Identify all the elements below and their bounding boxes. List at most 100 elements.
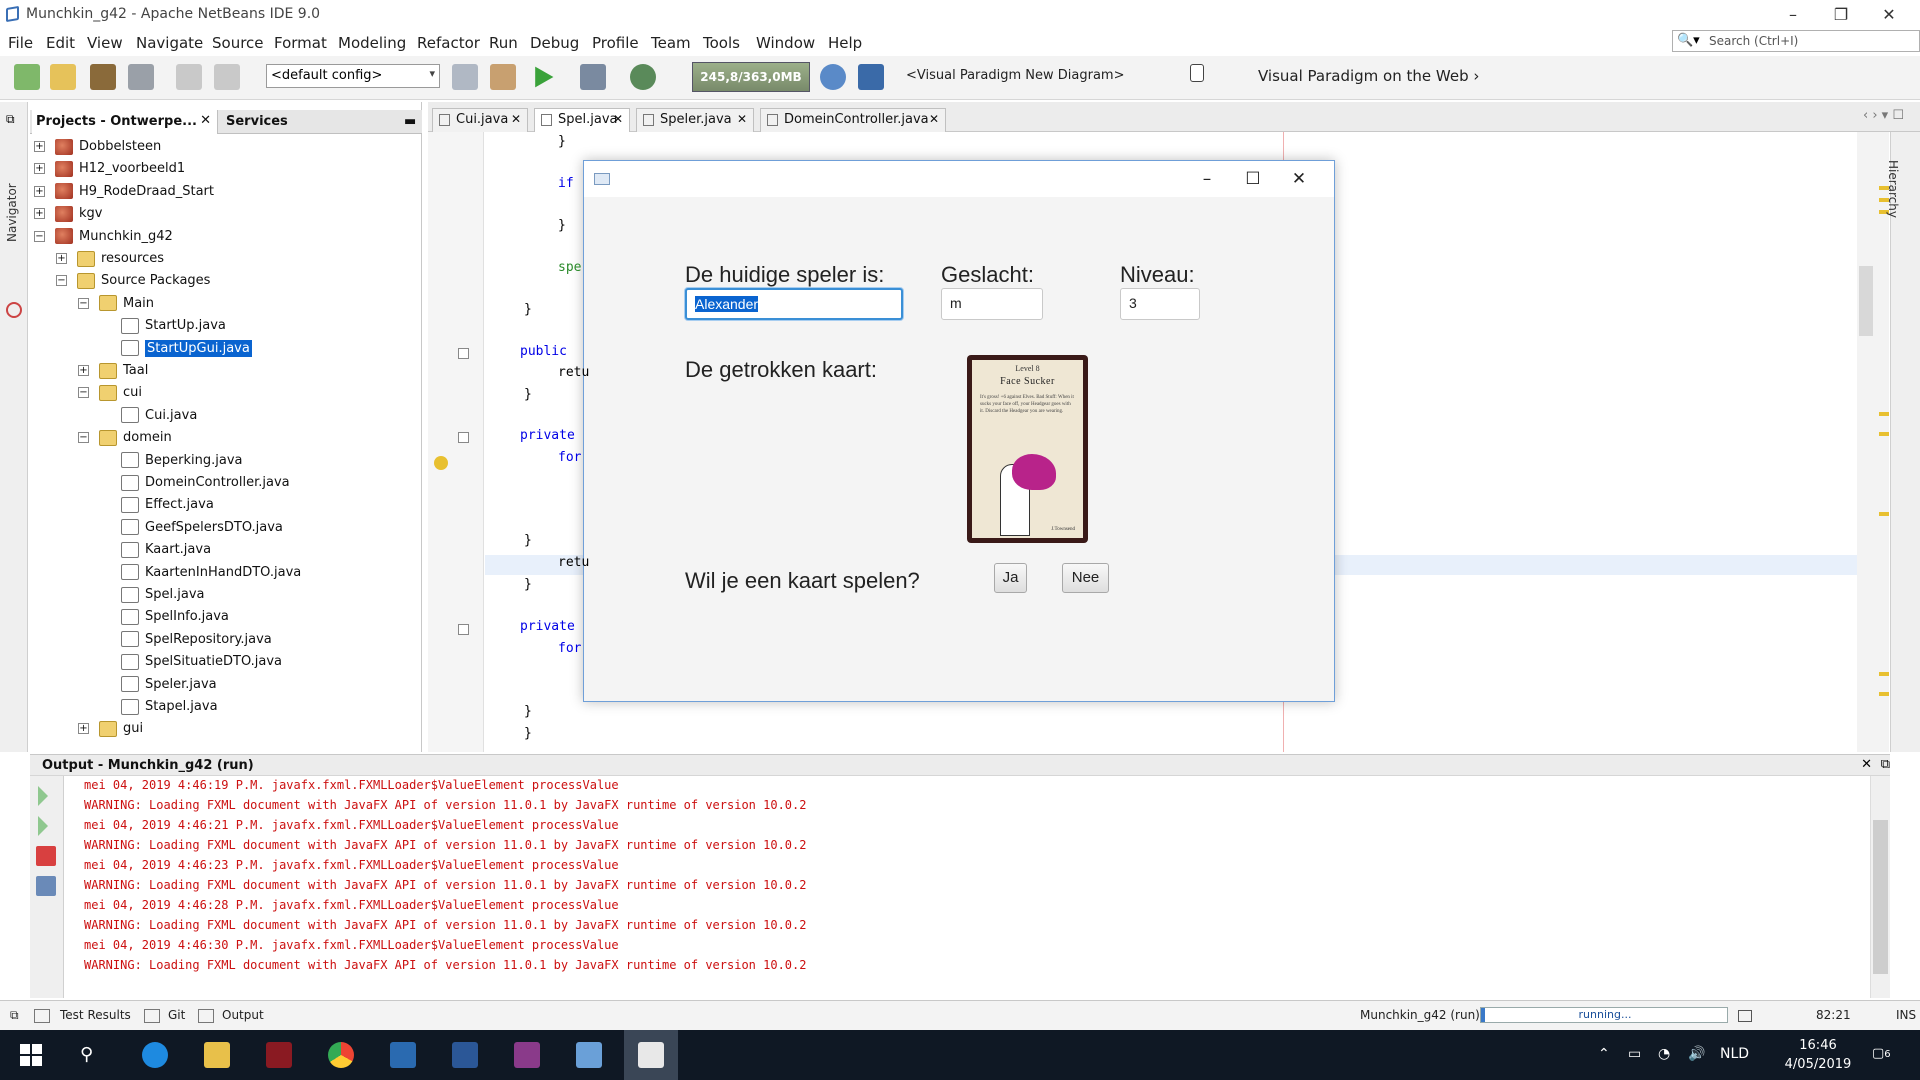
tree-node[interactable]: + kgv	[34, 203, 102, 225]
debug-icon[interactable]	[580, 64, 606, 90]
editor-scrollbar-thumb[interactable]	[1859, 266, 1873, 336]
warning-marker[interactable]	[1879, 672, 1889, 676]
tree-node[interactable]: + gui	[78, 718, 143, 740]
menu-edit[interactable]: Edit	[46, 34, 75, 52]
vs-app[interactable]	[376, 1030, 430, 1080]
expand-toggle-icon[interactable]: +	[78, 723, 89, 735]
vp-icon[interactable]	[858, 64, 884, 90]
test-results-icon[interactable]	[34, 1009, 50, 1023]
tree-node[interactable]: − domein	[78, 427, 172, 449]
tree-node[interactable]: Kaart.java	[100, 539, 211, 561]
menu-source[interactable]: Source	[212, 34, 264, 52]
tree-node[interactable]: StartUpGui.java	[100, 338, 252, 360]
stop-process-icon[interactable]	[1738, 1010, 1752, 1022]
tree-node[interactable]: − Main	[78, 293, 154, 315]
tree-node[interactable]: Cui.java	[100, 405, 197, 427]
tree-node[interactable]: − Source Packages	[56, 270, 210, 292]
menu-file[interactable]: File	[8, 34, 33, 52]
menu-run[interactable]: Run	[489, 34, 518, 52]
restore-output-icon[interactable]: ⧉	[1881, 757, 1890, 772]
menu-window[interactable]: Window	[756, 34, 815, 52]
tree-node[interactable]: Stapel.java	[100, 696, 218, 718]
no-button[interactable]: Nee	[1062, 563, 1109, 593]
search-input[interactable]: 🔍▾ Search (Ctrl+I)	[1672, 30, 1920, 52]
memory-indicator[interactable]: 245,8/363,0MB	[692, 62, 810, 92]
clean-build-icon[interactable]	[490, 64, 516, 90]
network-icon[interactable]: ◔	[1658, 1046, 1670, 1062]
start-button[interactable]	[4, 1030, 58, 1080]
tree-node[interactable]: + Dobbelsteen	[34, 136, 161, 158]
new-project-icon[interactable]	[50, 64, 76, 90]
redo-icon[interactable]	[214, 64, 240, 90]
tree-node[interactable]: SpelSituatieDTO.java	[100, 651, 282, 673]
tree-node[interactable]: − cui	[78, 382, 142, 404]
warning-marker[interactable]	[1879, 432, 1889, 436]
editor-tab[interactable]: Speler.java ✕	[636, 108, 754, 132]
restore-icon[interactable]: ⧉	[6, 112, 15, 127]
volume-icon[interactable]: 🔊	[1688, 1046, 1705, 1062]
menu-profile[interactable]: Profile	[592, 34, 639, 52]
menu-modeling[interactable]: Modeling	[338, 34, 406, 52]
expand-toggle-icon[interactable]: +	[56, 253, 67, 264]
vp-new-diagram[interactable]: <Visual Paradigm New Diagram>	[906, 68, 1124, 83]
settings-icon[interactable]	[36, 876, 56, 896]
minimize-panel-icon[interactable]: ▬	[400, 110, 420, 134]
expand-toggle-icon[interactable]: +	[34, 208, 45, 220]
menu-tools[interactable]: Tools	[703, 34, 740, 52]
notifications-icon[interactable]: ▢6	[1872, 1046, 1891, 1061]
virtualbox-app[interactable]	[562, 1030, 616, 1080]
menu-format[interactable]: Format	[274, 34, 327, 52]
open-project-icon[interactable]	[90, 64, 116, 90]
output-scrollbar-thumb[interactable]	[1873, 820, 1888, 974]
close-icon[interactable]: ✕	[511, 112, 521, 126]
hierarchy-tab[interactable]: Hierarchy	[1886, 160, 1900, 218]
config-select[interactable]: <default config> ▾	[266, 64, 440, 88]
minimize-button[interactable]: –	[1770, 0, 1816, 30]
clock[interactable]: 16:46 4/05/2019	[1776, 1036, 1860, 1074]
menu-debug[interactable]: Debug	[530, 34, 579, 52]
profile-icon[interactable]	[630, 64, 656, 90]
tree-node[interactable]: + Taal	[78, 360, 148, 382]
close-icon[interactable]: ✕	[737, 112, 747, 126]
editor-tab[interactable]: Cui.java ✕	[432, 108, 528, 132]
tab-navigation-icon[interactable]: ‹ › ▾ ☐	[1863, 108, 1904, 123]
close-icon[interactable]: ✕	[929, 112, 939, 126]
java-app[interactable]	[624, 1030, 678, 1080]
dialog-close-button[interactable]: ✕	[1276, 163, 1322, 195]
warning-marker[interactable]	[1879, 412, 1889, 416]
menu-help[interactable]: Help	[828, 34, 862, 52]
undo-icon[interactable]	[176, 64, 202, 90]
restore-icon[interactable]: ⧉	[10, 1008, 19, 1023]
tree-node[interactable]: + resources	[56, 248, 164, 270]
dialog-maximize-button[interactable]: ☐	[1230, 163, 1276, 195]
level-field[interactable]: 3	[1120, 288, 1200, 320]
fold-icon[interactable]	[458, 624, 469, 635]
close-icon[interactable]: ✕	[613, 112, 623, 126]
tree-node[interactable]: − Munchkin_g42	[34, 226, 173, 248]
stop-icon[interactable]	[36, 846, 56, 866]
expand-toggle-icon[interactable]: +	[78, 365, 89, 376]
word-app[interactable]	[438, 1030, 492, 1080]
tree-node[interactable]: Spel.java	[100, 584, 204, 606]
expand-toggle-icon[interactable]: −	[78, 432, 89, 444]
run-icon[interactable]	[535, 66, 554, 88]
navigator-icon[interactable]	[6, 302, 22, 318]
editor-tab[interactable]: DomeinController.java ✕	[760, 108, 946, 132]
search-taskbar-button[interactable]: ⚲	[62, 1030, 116, 1080]
tree-node[interactable]: Effect.java	[100, 494, 214, 516]
menu-view[interactable]: View	[87, 34, 123, 52]
warning-marker[interactable]	[1879, 692, 1889, 696]
yes-button[interactable]: Ja	[994, 563, 1027, 593]
chevron-up-icon[interactable]: ⌃	[1598, 1046, 1610, 1062]
close-output-icon[interactable]: ✕	[1861, 757, 1872, 772]
tree-node[interactable]: GeefSpelersDTO.java	[100, 517, 283, 539]
language-indicator[interactable]: NLD	[1720, 1046, 1749, 1062]
winrar-app[interactable]	[500, 1030, 554, 1080]
maximize-button[interactable]: ❐	[1818, 0, 1864, 30]
editor-error-stripe[interactable]	[1857, 132, 1889, 752]
warning-marker[interactable]	[1879, 512, 1889, 516]
battery-icon[interactable]: ▭	[1628, 1046, 1641, 1062]
expand-toggle-icon[interactable]: −	[78, 387, 89, 399]
tab-services[interactable]: Services	[222, 110, 292, 134]
edge-app[interactable]	[128, 1030, 182, 1080]
